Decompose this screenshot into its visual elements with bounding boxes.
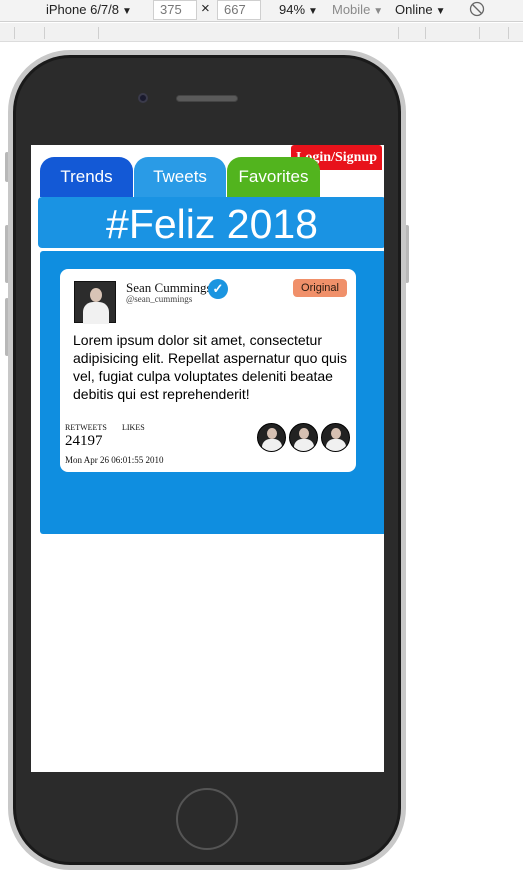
verified-icon: ✓ [208,279,228,299]
chevron-down-icon: ▼ [435,6,446,17]
rotate-icon[interactable] [469,1,485,19]
hashtag-banner: #Feliz 2018 [38,197,384,248]
phone-screen: Login/Signup Trends Tweets Favorites #Fe… [31,145,384,772]
chevron-down-icon: ▼ [373,6,384,17]
original-badge: Original [293,279,347,297]
times-icon: × [201,0,210,17]
retweets-label: RETWEETS [65,423,107,432]
liker-avatar[interactable] [257,423,286,452]
height-input[interactable]: 667 [217,0,261,20]
avatar[interactable] [74,281,116,324]
width-input[interactable]: 375 [153,0,197,20]
liker-avatar[interactable] [289,423,318,452]
liker-avatar[interactable] [321,423,350,452]
tab-favorites[interactable]: Favorites [227,157,320,197]
devtools-toolbar: iPhone 6/7/8 ▼ 375 × 667 94% ▼ Mobile ▼ Onl… [0,0,523,22]
speaker-grille [176,95,238,102]
device-select[interactable]: iPhone 6/7/8 ▼ [46,2,132,20]
network-select[interactable]: Online ▼ [395,2,445,20]
camera-icon [138,93,148,103]
chevron-down-icon: ▼ [308,6,318,17]
mode-select[interactable]: Mobile ▼ [332,2,383,20]
user-handle: @sean_cummings [126,294,193,304]
zoom-select[interactable]: 94% ▼ [279,2,318,20]
network-label: Online [395,2,433,17]
tab-tweets[interactable]: Tweets [134,157,226,197]
media-query-ruler [0,23,523,42]
tweet-card[interactable]: Sean Cummings ✓ @sean_cummings Original … [60,269,356,472]
tweet-date: Mon Apr 26 06:01:55 2010 [65,455,164,465]
retweet-count: 24197 [65,433,103,449]
device-label: iPhone 6/7/8 [46,2,120,17]
zoom-label: 94% [279,2,306,17]
mode-label: Mobile [332,2,371,17]
likes-label: LIKES [122,423,145,432]
tweet-text: Lorem ipsum dolor sit amet, consectetur … [73,332,347,402]
chevron-down-icon: ▼ [122,6,132,17]
tab-trends[interactable]: Trends [40,157,133,197]
tweets-panel: Sean Cummings ✓ @sean_cummings Original … [40,251,384,534]
home-button[interactable] [176,788,238,850]
